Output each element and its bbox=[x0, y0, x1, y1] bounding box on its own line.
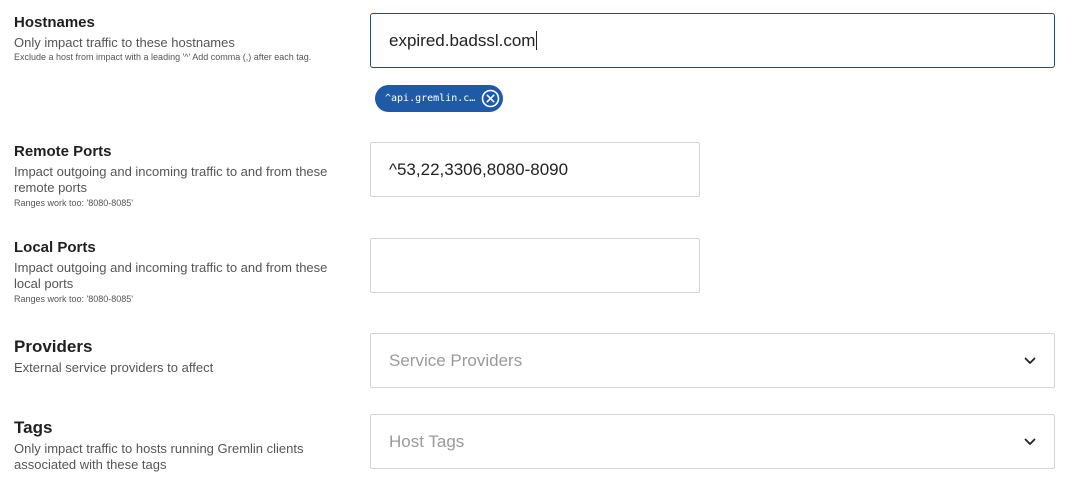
local-ports-input[interactable] bbox=[370, 238, 700, 293]
local-ports-title: Local Ports bbox=[14, 239, 96, 256]
remote-ports-input-value: ^53,22,3306,8080-8090 bbox=[389, 159, 569, 179]
text-cursor bbox=[536, 31, 538, 50]
providers-description: External service providers to affect bbox=[14, 360, 214, 376]
chevron-down-icon bbox=[1024, 438, 1036, 445]
hostnames-label-group: Hostnames Only impact traffic to these h… bbox=[14, 14, 354, 63]
local-ports-hint: Ranges work too: '8080-8085' bbox=[14, 294, 134, 304]
remote-ports-input[interactable]: ^53,22,3306,8080-8090 bbox=[370, 142, 700, 197]
tags-description: Only impact traffic to hosts running Gre… bbox=[14, 441, 304, 473]
hostnames-title: Hostnames bbox=[14, 14, 95, 31]
remote-ports-hint: Ranges work too: '8080-8085' bbox=[14, 198, 134, 208]
local-ports-description: Impact outgoing and incoming traffic to … bbox=[14, 260, 328, 291]
hostname-tag-chip[interactable]: ^api.gremlin.c… bbox=[375, 85, 504, 112]
remote-ports-title: Remote Ports bbox=[14, 143, 112, 160]
chevron-down-icon bbox=[1024, 357, 1036, 364]
remote-ports-label-group: Remote Ports Impact outgoing and incomin… bbox=[14, 143, 354, 209]
hostnames-hint: Exclude a host from impact with a leadin… bbox=[14, 52, 312, 62]
tags-title: Tags bbox=[14, 418, 53, 437]
hostnames-input-value: expired.badssl.com bbox=[389, 30, 536, 50]
tags-placeholder: Host Tags bbox=[389, 431, 465, 451]
close-circle-icon[interactable] bbox=[481, 89, 500, 108]
hostname-tag-text: ^api.gremlin.c… bbox=[385, 93, 476, 104]
providers-label-group: Providers External service providers to … bbox=[14, 337, 354, 376]
local-ports-label-group: Local Ports Impact outgoing and incoming… bbox=[14, 239, 354, 305]
providers-title: Providers bbox=[14, 337, 93, 356]
tags-select[interactable]: Host Tags bbox=[370, 414, 1055, 469]
hostnames-input[interactable]: expired.badssl.com bbox=[370, 13, 1055, 68]
remote-ports-description: Impact outgoing and incoming traffic to … bbox=[14, 164, 328, 195]
tags-label-group: Tags Only impact traffic to hosts runnin… bbox=[14, 418, 354, 473]
hostnames-description: Only impact traffic to these hostnames bbox=[14, 35, 235, 50]
providers-select[interactable]: Service Providers bbox=[370, 333, 1055, 388]
providers-placeholder: Service Providers bbox=[389, 350, 523, 370]
